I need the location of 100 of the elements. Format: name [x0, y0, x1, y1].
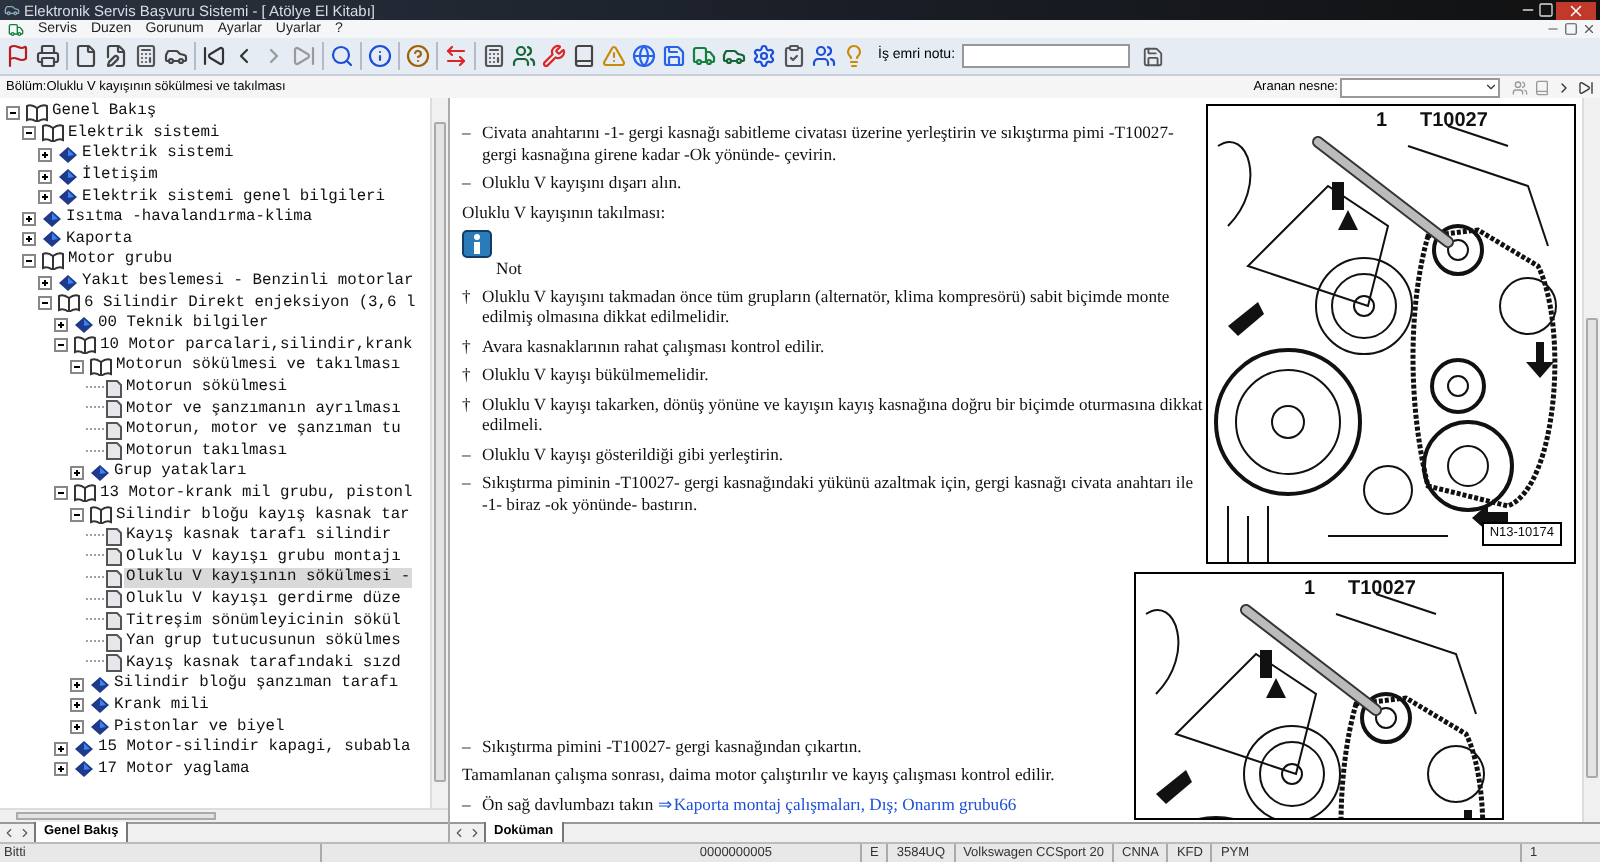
close-icon[interactable] — [1582, 22, 1596, 36]
next-icon[interactable] — [1556, 79, 1572, 95]
printer-icon[interactable] — [36, 44, 60, 68]
restore-icon[interactable] — [1564, 22, 1578, 36]
tab-scroll-right-icon[interactable] — [18, 826, 32, 840]
open-book-icon — [42, 251, 64, 270]
figure-label: 1 — [1304, 580, 1316, 601]
expand-icon[interactable] — [38, 147, 52, 162]
bullet-marker: – — [462, 122, 473, 146]
vertical-scrollbar[interactable] — [430, 98, 448, 808]
gear-icon[interactable] — [752, 44, 776, 68]
open-book-icon — [90, 357, 112, 376]
swap-icon[interactable] — [444, 44, 468, 68]
bullet-marker: – — [462, 735, 473, 756]
figure-label: T10027 — [1420, 112, 1488, 133]
figure-label: T10027 — [1348, 580, 1416, 601]
collapse-icon[interactable] — [70, 359, 84, 374]
section-text: Tamamlanan çalışma sonrası, daima motor çalıştırılır ve kayış çalışması kontrol edilir. — [462, 764, 1057, 785]
cross-reference-link[interactable]: ⇒Kaporta montaj çalışmaları, Dış; Onarım grubu66 — [657, 793, 1017, 813]
flag-icon[interactable] — [6, 44, 30, 68]
step-text: Civata anahtarını -1- gergi kasnağı sabitleme civatası üzerine yerleştirin ve sıkıştırma pimi -T10027- gergi kasnağına girene kadar -Ok yönünde- çevirin. — [482, 122, 1176, 164]
collapse-icon[interactable] — [38, 296, 52, 311]
note-label: Not — [496, 258, 522, 278]
expand-icon[interactable] — [38, 169, 52, 184]
book-icon[interactable] — [572, 44, 596, 68]
closed-book-icon — [90, 463, 110, 482]
closed-book-icon — [90, 696, 110, 715]
collapse-icon[interactable] — [22, 253, 36, 268]
bullet-marker: – — [462, 793, 473, 814]
expand-icon[interactable] — [22, 211, 36, 226]
closed-book-icon — [74, 315, 94, 334]
tab-scroll-left-icon[interactable] — [2, 826, 16, 840]
collapse-icon[interactable] — [54, 486, 68, 501]
step-text: Avara kasnaklarının rahat çalışması kontrol edilir. — [482, 335, 825, 356]
expand-icon[interactable] — [54, 741, 68, 756]
expand-icon[interactable] — [70, 720, 84, 735]
step-text: Sıkıştırma pimini -T10027- gergi kasnağından çıkartın. — [482, 735, 862, 756]
closed-book-icon — [58, 145, 78, 164]
file-icon[interactable] — [74, 44, 98, 68]
expand-icon[interactable] — [54, 762, 68, 777]
users-icon[interactable] — [512, 44, 536, 68]
expand-icon[interactable] — [54, 317, 68, 332]
help-icon[interactable] — [406, 44, 430, 68]
step-text: Oluklu V kayışı bükülmemelidir. — [482, 364, 709, 385]
closed-book-icon — [90, 675, 110, 694]
bullet-marker: – — [462, 443, 473, 464]
open-book-icon — [74, 484, 96, 503]
collapse-icon[interactable] — [70, 508, 84, 523]
last-icon[interactable] — [1578, 79, 1594, 95]
tab-scroll-left-icon[interactable] — [452, 826, 466, 840]
figure-label: 1 — [1376, 112, 1388, 133]
truck-icon[interactable] — [692, 44, 716, 68]
closed-book-icon — [42, 209, 62, 228]
close-icon[interactable] — [1556, 1, 1596, 19]
scrollbar-thumb[interactable] — [1586, 318, 1598, 778]
closed-book-icon — [74, 739, 94, 758]
edit-icon[interactable] — [104, 44, 128, 68]
open-book-icon — [90, 506, 112, 525]
expand-icon[interactable] — [70, 698, 84, 713]
scrollbar-thumb[interactable] — [16, 812, 216, 820]
collapse-icon[interactable] — [6, 105, 20, 120]
car-icon[interactable] — [164, 44, 188, 68]
expand-icon[interactable] — [38, 275, 52, 290]
expand-icon[interactable] — [70, 677, 84, 692]
scrollbar-thumb[interactable] — [434, 122, 446, 782]
collapse-icon[interactable] — [22, 126, 36, 141]
bullet-marker: † — [462, 393, 473, 417]
expand-icon[interactable] — [70, 465, 84, 480]
vertical-scrollbar[interactable] — [1582, 98, 1600, 822]
bullet-marker: † — [462, 364, 473, 385]
app-icon — [4, 2, 20, 18]
open-book-icon — [42, 124, 64, 143]
menu-logo-icon — [8, 21, 24, 37]
search-icon[interactable] — [330, 44, 354, 68]
clipboard-icon[interactable] — [782, 44, 806, 68]
horizontal-scrollbar[interactable] — [0, 808, 448, 822]
save-icon[interactable] — [1141, 45, 1164, 67]
calculator-icon[interactable] — [482, 44, 506, 68]
save-icon[interactable] — [662, 44, 686, 68]
work-order-input[interactable] — [961, 44, 1130, 68]
info-icon — [462, 230, 492, 258]
open-book-icon — [58, 294, 80, 313]
maximize-icon[interactable] — [1538, 1, 1554, 17]
open-book-icon — [74, 336, 96, 355]
wrench-icon[interactable] — [542, 44, 566, 68]
tab-scroll-right-icon[interactable] — [468, 826, 482, 840]
users-icon[interactable] — [812, 44, 836, 68]
collapse-icon[interactable] — [54, 338, 68, 353]
expand-icon[interactable] — [22, 232, 36, 247]
bullet-marker: – — [462, 172, 473, 193]
step-text: Sıkıştırma piminin -T10027- gergi kasnağındaki yükünü azaltmak için, gergi kasnağı civata anahtarı ile -1- biraz -ok yönünde- bastırın. — [482, 472, 1196, 514]
expand-icon[interactable] — [38, 190, 52, 205]
info-icon[interactable] — [368, 44, 392, 68]
open-book-icon — [26, 103, 48, 122]
first-icon[interactable] — [202, 44, 226, 68]
bullet-marker: † — [462, 285, 473, 309]
car-icon[interactable] — [722, 44, 746, 68]
calculator-icon[interactable] — [134, 44, 158, 68]
dropdown-caret-icon[interactable] — [1484, 80, 1498, 94]
globe-icon[interactable] — [632, 44, 656, 68]
